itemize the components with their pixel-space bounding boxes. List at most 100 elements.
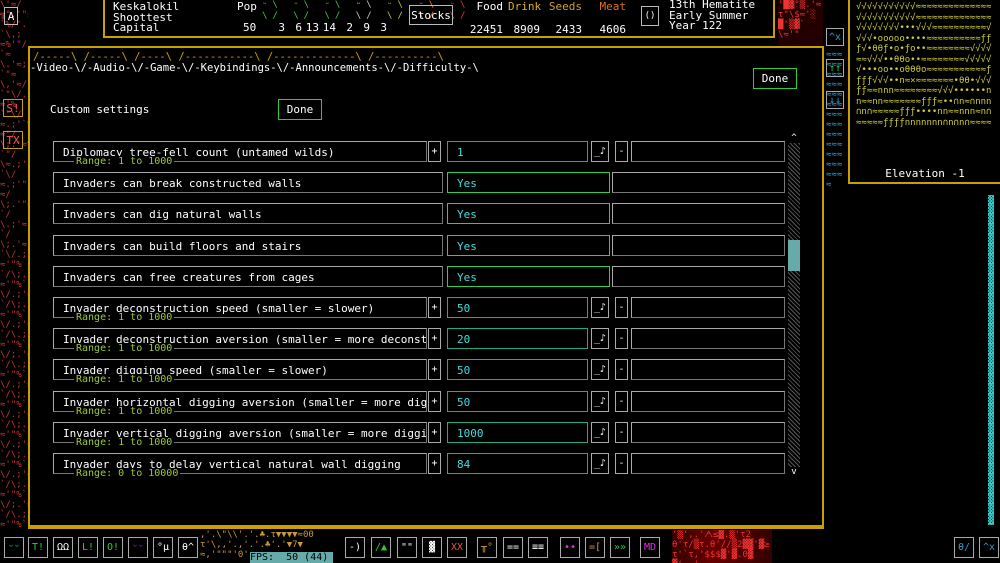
map-left[interactable]: \'≈/╗°.'"≤;"\≈,/'≈`%/'.`\,;≈%'"/`≈\.'≈;/… — [0, 0, 28, 530]
setting-spacer — [612, 265, 785, 287]
setting-range: Range: 1 to 1000 — [74, 312, 175, 323]
toolbar-button[interactable]: =[ — [585, 537, 605, 558]
setting-spacer — [612, 234, 785, 256]
note-button[interactable]: _♪ — [591, 359, 609, 381]
toolbar-button[interactable]: -) — [345, 537, 365, 558]
decrement-button[interactable]: - — [615, 297, 628, 318]
setting-range: Range: 0 to 10000 — [74, 468, 181, 479]
setting-range: Range: 1 to 1000 — [74, 405, 175, 417]
toolbar-button[interactable]: MD — [640, 537, 660, 558]
toolbar-button[interactable]: T! — [28, 537, 48, 558]
setting-toggle[interactable]: Yes — [447, 234, 610, 256]
setting-value-input[interactable]: 20 — [447, 328, 588, 350]
date-year: Year 122 — [669, 19, 722, 32]
right-button-down[interactable]: ↓↓ — [826, 91, 844, 109]
fortress-type: Capital — [113, 21, 160, 34]
toolbar-button[interactable]: ᵕᵕ — [128, 537, 148, 558]
left-button-a[interactable]: A — [4, 7, 18, 25]
toolbar-button[interactable]: == — [503, 537, 523, 558]
stocks-button[interactable]: Stocks — [409, 5, 453, 25]
setting-value-input[interactable]: 50 — [447, 359, 588, 381]
toolbar-button[interactable]: θ/ — [954, 537, 974, 558]
settings-tabs[interactable]: -Video-\/-Audio-\/-Game-\/-Keybindings-\… — [30, 62, 479, 74]
pop-group: 6 — [295, 21, 302, 34]
setting-toggle[interactable]: Yes — [447, 265, 610, 287]
setting-spacer — [631, 297, 785, 318]
note-button[interactable]: _♪ — [591, 141, 609, 162]
map-right-edge[interactable]: ▓▓▓▓▓▓▓▓▓▓▓▓▓▓▓▓▓▓▓▓▓▓▓▓▓▓▓▓▓▓▓▓▓▓▓ — [988, 195, 1000, 525]
increment-button[interactable]: + — [428, 390, 441, 412]
increment-button[interactable]: + — [428, 297, 441, 318]
decrement-button[interactable]: - — [615, 453, 628, 474]
decrement-button[interactable]: - — [615, 359, 628, 381]
left-button-s[interactable]: S! — [3, 99, 23, 117]
toolbar-button[interactable]: /▲ — [371, 537, 391, 558]
setting-value-input[interactable]: 1000 — [447, 421, 588, 443]
setting-value-input[interactable]: 84 — [447, 453, 588, 474]
note-button[interactable]: _♪ — [591, 453, 609, 474]
note-button[interactable]: _♪ — [591, 390, 609, 412]
increment-button[interactable]: + — [428, 359, 441, 381]
date-toggle-button[interactable]: () — [641, 6, 659, 26]
increment-button[interactable]: + — [428, 453, 441, 474]
resource-meat: Meat 4606 — [596, 0, 627, 36]
note-button[interactable]: _♪ — [591, 297, 609, 318]
scrollbar-thumb[interactable] — [788, 240, 800, 271]
decrement-button[interactable]: - — [615, 328, 628, 350]
toolbar-button[interactable]: •• — [560, 537, 580, 558]
decrement-button[interactable]: - — [615, 421, 628, 443]
decrement-button[interactable]: - — [615, 141, 628, 162]
scroll-up-icon[interactable]: ^ — [788, 133, 800, 143]
toolbar-button[interactable]: ^x — [979, 537, 999, 558]
setting-value-input[interactable]: 50 — [447, 297, 588, 318]
note-button[interactable]: _♪ — [591, 328, 609, 350]
scroll-down-icon[interactable]: v — [788, 467, 800, 477]
bottom-bar-border — [28, 527, 824, 529]
scrollbar[interactable]: ^ v — [788, 133, 800, 477]
setting-spacer — [612, 172, 785, 194]
toolbar-button[interactable]: L! — [78, 537, 98, 558]
seeds-label: Seeds — [548, 0, 582, 13]
toolbar-button[interactable]: ≡≡ — [528, 537, 548, 558]
setting-value-input[interactable]: 1 — [447, 141, 588, 162]
increment-button[interactable]: + — [428, 141, 441, 162]
toolbar-button[interactable]: θ^ — [178, 537, 198, 558]
done-button-top[interactable]: Done — [753, 68, 797, 89]
map-top-right[interactable]: '█▓°▒.'≈τ"\$≈'░█'▒▓`\≈'" — [778, 0, 823, 45]
pop-groups: 3 6 13 14 2 9 3 — [268, 21, 387, 34]
done-button-custom[interactable]: Done — [278, 99, 322, 120]
toolbar-button[interactable]: ▓ — [422, 537, 442, 558]
setting-toggle[interactable]: Yes — [447, 203, 610, 225]
map-bottom-right[interactable]: '▒',.'ᗅ≤▓.▒'τ2θ'τ/▒τ.θ'//▒2▓▓'▓≥τ'`τ,'$$… — [672, 530, 772, 563]
pop-total: 50 — [243, 21, 257, 34]
toolbar-button[interactable]: ΩΩ — [53, 537, 73, 558]
custom-settings-label: Custom settings — [50, 103, 150, 116]
toolbar-button[interactable]: ╥° — [477, 537, 497, 558]
minimap[interactable]: √√√√√√√√√√√≈≈≈≈≈≈≈≈≈≈≈≈≈≈√√√√√√√√√√√≈≈≈≈… — [856, 2, 996, 152]
toolbar-button[interactable]: XX — [447, 537, 467, 558]
pop-group: 9 — [363, 21, 370, 34]
toolbar-button[interactable]: "" — [397, 537, 417, 558]
decrement-button[interactable]: - — [615, 390, 628, 412]
minimap-panel[interactable]: √√√√√√√√√√√≈≈≈≈≈≈≈≈≈≈≈≈≈≈√√√√√√√√√√√≈≈≈≈… — [848, 0, 1000, 184]
resource-seeds: Seeds 2433 — [548, 0, 582, 36]
setting-label: Invaders can dig natural walls — [53, 203, 443, 225]
right-button-up[interactable]: ↑↑ — [826, 59, 844, 77]
setting-value-input[interactable]: 50 — [447, 390, 588, 412]
toolbar-button[interactable]: O! — [103, 537, 123, 558]
note-button[interactable]: _♪ — [591, 421, 609, 443]
setting-toggle[interactable]: Yes — [447, 172, 610, 194]
increment-button[interactable]: + — [428, 421, 441, 443]
increment-button[interactable]: + — [428, 328, 441, 350]
pop-group: 3 — [380, 21, 387, 34]
toolbar-button[interactable]: »» — [610, 537, 630, 558]
toolbar-button[interactable]: °µ — [153, 537, 173, 558]
right-button-x[interactable]: ^x — [826, 28, 844, 46]
setting-label: Invaders can break constructed walls — [53, 172, 443, 194]
food-value: 22451 — [469, 23, 503, 36]
toolbar-button[interactable]: ᵕᵕ — [4, 537, 24, 558]
map-right-strip[interactable]: ≈≈≈≈≈≈≈≈≈≈≈≈≈≈≈≈≈≈≈≈≈≈≈≈≈≈≈≈≈≈≈≈≈≈≈≈≈≈≈≈ — [826, 50, 844, 520]
pop-group: 2 — [346, 21, 353, 34]
left-button-tx[interactable]: TX — [3, 131, 23, 149]
drink-value: 8909 — [513, 23, 541, 36]
